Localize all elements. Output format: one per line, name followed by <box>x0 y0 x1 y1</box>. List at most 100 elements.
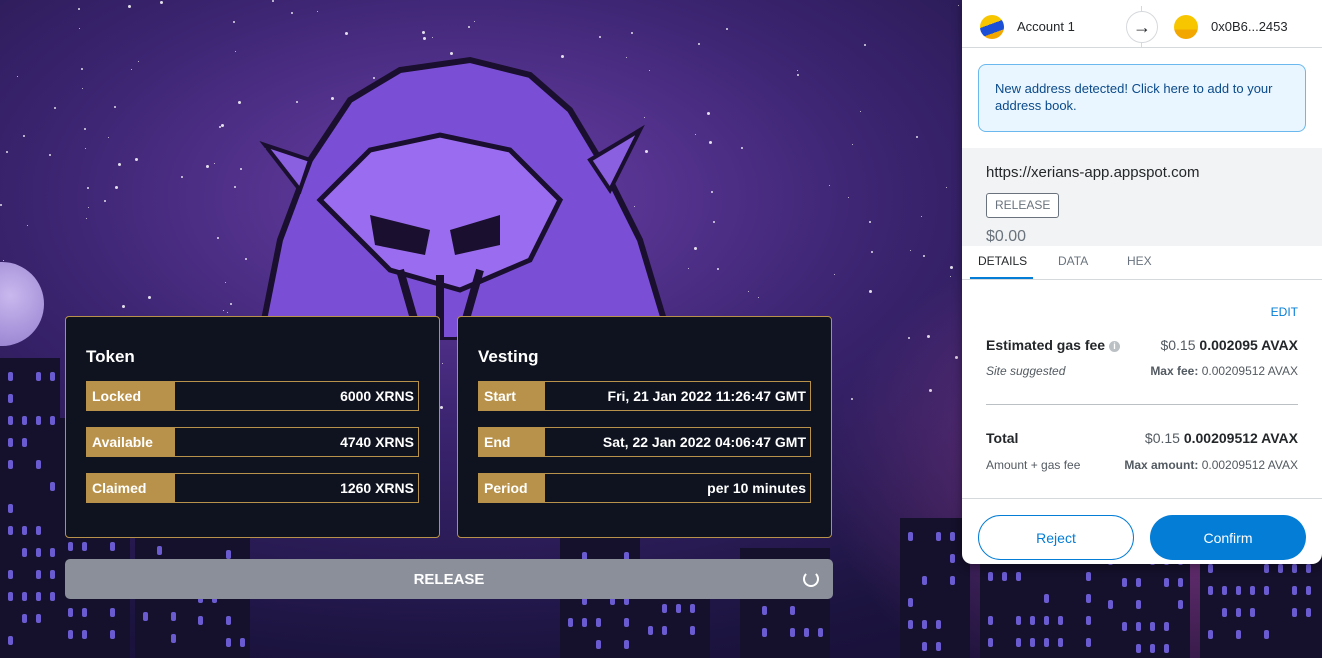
star <box>81 68 83 70</box>
building-window <box>110 630 115 639</box>
vesting-card-title: Vesting <box>478 347 539 366</box>
total-avax: 0.00209512 AVAX <box>1183 430 1298 446</box>
vesting-card: Vesting Start Fri, 21 Jan 2022 11:26:47 … <box>457 316 832 538</box>
star <box>138 61 139 62</box>
building-window <box>690 604 695 613</box>
building-window <box>8 504 13 513</box>
building-window <box>624 618 629 627</box>
period-value: per 10 minutes <box>545 474 810 502</box>
claimed-label: Claimed <box>87 474 175 502</box>
building-window <box>22 592 27 601</box>
building-window <box>1250 608 1255 617</box>
building-window <box>988 616 993 625</box>
star <box>468 26 470 28</box>
building-window <box>22 614 27 623</box>
transaction-amount: $0.00 <box>986 228 1027 245</box>
building-window <box>1136 644 1141 653</box>
building-window <box>22 416 27 425</box>
building-window <box>1122 578 1127 587</box>
star <box>432 37 433 38</box>
star <box>114 106 116 108</box>
building-window <box>1164 644 1169 653</box>
building-window <box>1136 622 1141 631</box>
building-window <box>226 638 231 647</box>
building <box>0 358 60 658</box>
arrow-right-icon: → <box>1126 11 1158 43</box>
building-window <box>1178 600 1183 609</box>
building-window <box>50 570 55 579</box>
building-window <box>950 576 955 585</box>
star <box>78 8 80 10</box>
building-window <box>568 618 573 627</box>
star <box>79 28 80 29</box>
building-window <box>1086 638 1091 647</box>
robot-artwork <box>256 56 674 340</box>
tab-hex[interactable]: HEX <box>1127 254 1152 268</box>
info-icon[interactable]: i <box>1109 341 1121 352</box>
max-amount-label: Max amount: <box>1124 458 1199 472</box>
building-window <box>624 640 629 649</box>
building-window <box>22 548 27 557</box>
tab-details[interactable]: DETAILS <box>978 254 1027 268</box>
building-window <box>922 620 927 629</box>
amount-plus-gas-label: Amount + gas fee <box>986 458 1081 472</box>
star <box>3 260 4 261</box>
available-label: Available <box>87 428 175 456</box>
star <box>27 225 28 226</box>
star <box>758 297 759 298</box>
building-window <box>648 626 653 635</box>
end-row: End Sat, 22 Jan 2022 04:06:47 GMT <box>478 427 811 457</box>
confirm-button[interactable]: Confirm <box>1150 515 1306 560</box>
building-window <box>36 460 41 469</box>
claimed-row: Claimed 1260 XRNS <box>86 473 419 503</box>
building-window <box>1236 608 1241 617</box>
building-window <box>171 634 176 643</box>
star <box>115 186 118 189</box>
building-window <box>818 628 823 637</box>
star <box>717 268 719 270</box>
building-window <box>1292 586 1297 595</box>
star <box>54 107 56 109</box>
to-account[interactable]: 0x0B6...2453 <box>1142 6 1322 48</box>
building-window <box>36 614 41 623</box>
end-label: End <box>479 428 545 456</box>
total-label: Total <box>986 430 1019 446</box>
building <box>900 518 970 658</box>
building-window <box>50 482 55 491</box>
star <box>272 0 274 2</box>
building-window <box>143 612 148 621</box>
building-window <box>36 526 41 535</box>
gas-fee-avax: 0.002095 AVAX <box>1199 337 1298 353</box>
active-tab-indicator <box>970 277 1033 279</box>
max-fee-value: 0.00209512 AVAX <box>1201 364 1298 378</box>
token-card: Token Locked 6000 XRNS Available 4740 XR… <box>65 316 440 538</box>
building-window <box>908 598 913 607</box>
star <box>128 5 131 8</box>
building-window <box>1264 630 1269 639</box>
new-address-notice[interactable]: New address detected! Click here to add … <box>978 64 1306 132</box>
details-tabs: DETAILS DATA HEX <box>962 246 1322 280</box>
building-window <box>1058 638 1063 647</box>
building-window <box>936 620 941 629</box>
release-button[interactable]: RELEASE <box>65 559 833 599</box>
building-window <box>1222 608 1227 617</box>
star <box>135 158 138 161</box>
building-window <box>1086 572 1091 581</box>
star <box>345 32 348 35</box>
release-button-label: RELEASE <box>413 570 485 588</box>
building-window <box>240 638 245 647</box>
star <box>87 187 89 189</box>
total-fiat: $0.15 <box>1144 430 1180 446</box>
total-value: $0.15 0.00209512 AVAX <box>1145 430 1298 446</box>
star <box>860 111 861 112</box>
reject-button[interactable]: Reject <box>978 515 1134 560</box>
tab-data[interactable]: DATA <box>1058 254 1088 268</box>
locked-row: Locked 6000 XRNS <box>86 381 419 411</box>
building-window <box>1222 586 1227 595</box>
building-window <box>676 604 681 613</box>
from-account[interactable]: Account 1 <box>962 6 1142 48</box>
building <box>980 558 1100 658</box>
building-window <box>1016 638 1021 647</box>
star <box>118 163 121 166</box>
edit-gas-link[interactable]: EDIT <box>1271 305 1298 319</box>
